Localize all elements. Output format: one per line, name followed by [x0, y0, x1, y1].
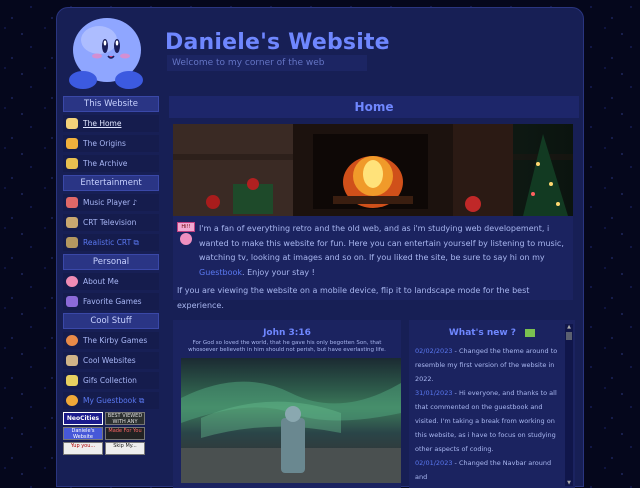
fireplace-image — [173, 124, 573, 216]
star-icon — [66, 138, 78, 149]
badge-row: Daniele's Website Made For You — [63, 427, 159, 440]
scroll-down-icon[interactable]: ▼ — [565, 480, 573, 486]
intro-paragraph-text: I'm a fan of everything retro and the ol… — [199, 222, 569, 280]
sidebar-item-label: The Home — [83, 119, 122, 128]
news-entry: 31/01/2023 - Hi everyone, and thanks to … — [415, 386, 563, 456]
sidebar-item-home[interactable]: The Home — [63, 115, 159, 132]
sidebar-item-kirby-games[interactable]: The Kirby Games — [63, 332, 159, 349]
sidebar-item-music-player[interactable]: Music Player ♪ — [63, 194, 159, 211]
sidebar-item-realistic-crt[interactable]: Realistic CRT ⧉ — [63, 234, 159, 251]
main-content: Home Hi!! I'm a fan of everything retro … — [169, 96, 579, 310]
intro-paragraph: Hi!! I'm a fan of everything retro and t… — [177, 222, 569, 280]
news-date: 02/01/2023 — [415, 459, 453, 467]
kirby-mascot-icon — [69, 18, 143, 89]
scroll-up-icon[interactable]: ▲ — [565, 324, 573, 330]
archive-icon — [66, 158, 78, 169]
gif-icon — [66, 375, 78, 386]
sidebar-item-favorite-games[interactable]: Favorite Games — [63, 293, 159, 310]
sidebar-item-archive[interactable]: The Archive — [63, 155, 159, 172]
sidebar-item-guestbook[interactable]: My Guestbook ⧉ — [63, 392, 159, 409]
any-browser-badge[interactable]: BEST VIEWED WITH ANY BROWSER — [105, 412, 145, 425]
site-subtitle: Welcome to my corner of the web — [167, 55, 367, 71]
whats-new-title-text: What's new ? — [448, 328, 516, 338]
kirby-mini-icon — [180, 233, 192, 245]
news-entry: 02/02/2023 - Changed the theme around to… — [415, 344, 563, 386]
site-title: Daniele's Website — [165, 30, 390, 55]
badge-row: Yup you... Skip My... — [63, 442, 159, 455]
page-frame: Daniele's Website Welcome to my corner o… — [56, 7, 585, 488]
gift-icon — [525, 328, 536, 337]
tv-icon — [66, 217, 78, 228]
sidebar-heading: Entertainment — [63, 175, 159, 191]
site-badge[interactable]: Daniele's Website — [63, 427, 103, 440]
header: Daniele's Website Welcome to my corner o… — [57, 8, 585, 96]
guestbook-link[interactable]: Guestbook — [199, 268, 242, 277]
websites-icon — [66, 355, 78, 366]
sidebar-item-crt-television[interactable]: CRT Television — [63, 214, 159, 231]
sidebar-item-cool-websites[interactable]: Cool Websites — [63, 352, 159, 369]
sidebar-heading: Personal — [63, 254, 159, 270]
neocities-badge[interactable]: NeoCities — [63, 412, 103, 425]
sidebar-item-label: Cool Websites — [83, 356, 136, 365]
kirby-games-icon — [66, 335, 78, 346]
aurora-illustration — [181, 381, 401, 483]
whats-new-title: What's new ? — [409, 328, 575, 338]
whats-new-panel[interactable]: What's new ? 02/02/2023 - Changed the th… — [409, 320, 575, 488]
music-icon — [66, 197, 78, 208]
sidebar-item-label: My Guestbook ⧉ — [83, 395, 145, 405]
news-list: 02/02/2023 - Changed the theme around to… — [409, 344, 567, 484]
sidebar-item-about-me[interactable]: About Me — [63, 273, 159, 290]
sidebar-item-label: About Me — [83, 277, 119, 286]
crt-icon — [66, 237, 78, 248]
sidebar-heading: Cool Stuff — [63, 313, 159, 329]
sidebar-item-label: Realistic CRT ⧉ — [83, 237, 139, 247]
verse-title: John 3:16 — [263, 328, 311, 338]
intro-text: Hi!! I'm a fan of everything retro and t… — [173, 216, 573, 310]
web-badges: NeoCities BEST VIEWED WITH ANY BROWSER D… — [63, 412, 159, 455]
misc-badge[interactable]: Skip My... — [105, 442, 145, 455]
intro-text-part: . Enjoy your stay ! — [242, 267, 315, 277]
news-text: - Hi everyone, and thanks to all that co… — [415, 389, 557, 453]
hi-badge: Hi!! — [177, 222, 195, 232]
sidebar-nav: This Website The Home The Origins The Ar… — [63, 96, 159, 457]
sidebar-section: Cool Stuff The Kirby Games Cool Websites… — [63, 313, 159, 409]
fireplace-illustration — [173, 124, 573, 216]
home-icon — [66, 118, 78, 129]
verse-panel: John 3:16 For God so loved the world, th… — [173, 320, 401, 488]
sidebar-heading: This Website — [63, 96, 159, 112]
sidebar-item-label: Favorite Games — [83, 297, 142, 306]
mobile-note: If you are viewing the website on a mobi… — [177, 286, 530, 310]
sidebar-item-label: Music Player ♪ — [83, 198, 138, 207]
sidebar-section: Entertainment Music Player ♪ CRT Televis… — [63, 175, 159, 251]
scroll-thumb[interactable] — [566, 332, 572, 340]
sidebar-item-label: The Archive — [83, 159, 128, 168]
guestbook-icon — [66, 395, 78, 406]
page-title: Home — [169, 96, 579, 118]
aurora-image — [181, 358, 401, 483]
sidebar-section: Personal About Me Favorite Games — [63, 254, 159, 310]
hi-kirby-icon: Hi!! — [177, 222, 195, 248]
sidebar-item-label: The Kirby Games — [83, 336, 148, 345]
made-for-you-badge[interactable]: Made For You — [105, 427, 145, 440]
verse-text: For God so loved the world, that he gave… — [188, 340, 386, 353]
sidebar-item-origins[interactable]: The Origins — [63, 135, 159, 152]
sidebar-item-label: The Origins — [83, 139, 126, 148]
sidebar-item-gifs-collection[interactable]: Gifs Collection — [63, 372, 159, 389]
news-date: 02/02/2023 — [415, 347, 453, 355]
misc-badge[interactable]: Yup you... — [63, 442, 103, 455]
news-scrollbar[interactable]: ▲ ▼ — [565, 324, 573, 486]
bottom-panels: John 3:16 For God so loved the world, th… — [169, 320, 579, 488]
sidebar-item-label: CRT Television — [83, 218, 137, 227]
sidebar-section: This Website The Home The Origins The Ar… — [63, 96, 159, 172]
kirby-icon — [66, 276, 78, 287]
news-date: 31/01/2023 — [415, 389, 453, 397]
badge-row: NeoCities BEST VIEWED WITH ANY BROWSER — [63, 412, 159, 425]
games-icon — [66, 296, 78, 307]
sidebar-item-label: Gifs Collection — [83, 376, 137, 385]
intro-text-part: I'm a fan of everything retro and the ol… — [199, 224, 564, 262]
